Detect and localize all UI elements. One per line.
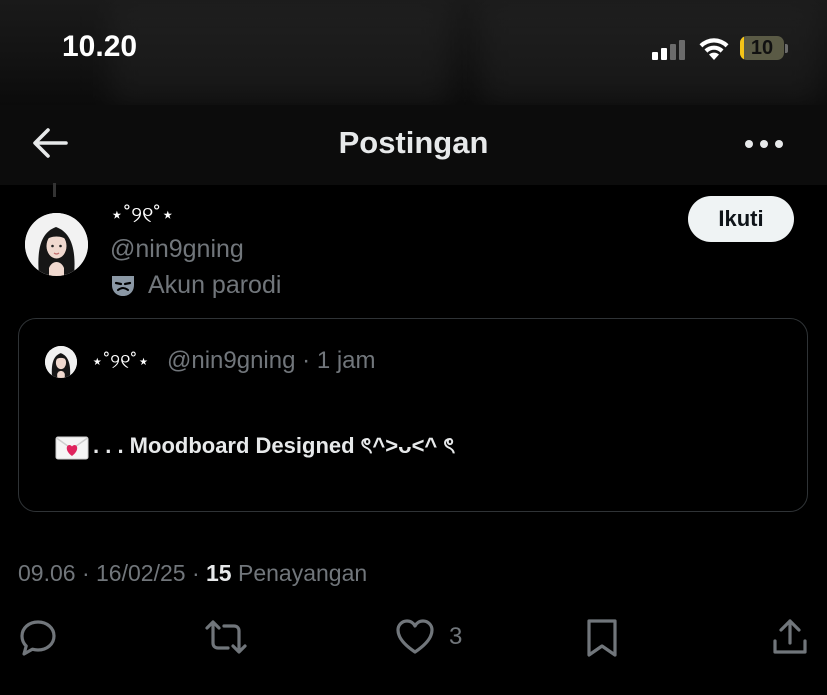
- repost-button[interactable]: [204, 617, 248, 657]
- love-letter-icon: [55, 436, 89, 459]
- bookmark-button[interactable]: [584, 617, 620, 659]
- share-icon[interactable]: [770, 617, 810, 657]
- quote-avatar[interactable]: [45, 346, 77, 378]
- meta-separator: ·: [81, 560, 90, 586]
- quote-display-name[interactable]: ⋆˚୨୧˚⋆: [91, 349, 150, 374]
- status-bar: 10.20 10: [0, 0, 827, 105]
- battery-icon: 10: [740, 36, 788, 62]
- signal-icon: [652, 40, 685, 60]
- parody-badge: Akun parodi: [110, 271, 281, 300]
- share-button[interactable]: [770, 617, 810, 657]
- quote-text: . . . Moodboard Designed ৎ^>ᴗ<^ ৎ: [55, 429, 455, 466]
- user-handle[interactable]: @nin9gning: [110, 235, 244, 264]
- quote-handle[interactable]: @nin9gning: [167, 347, 295, 374]
- repost-icon[interactable]: [204, 617, 248, 657]
- bookmark-icon[interactable]: [584, 617, 620, 659]
- follow-button[interactable]: Ikuti: [688, 196, 794, 242]
- post-date: 16/02/25: [96, 560, 186, 586]
- post-time: 09.06: [18, 560, 76, 586]
- like-button[interactable]: 3: [395, 617, 462, 657]
- quote-meta: @nin9gning · 1 jam: [167, 347, 376, 375]
- parody-label: Akun parodi: [148, 271, 282, 299]
- like-count: 3: [449, 623, 463, 650]
- more-horizontal-icon[interactable]: [745, 140, 783, 148]
- wifi-icon: [699, 38, 729, 60]
- quote-time[interactable]: 1 jam: [317, 347, 376, 374]
- reply-icon[interactable]: [18, 617, 58, 657]
- quoted-post[interactable]: ⋆˚୨୧˚⋆ @nin9gning · 1 jam . . . Moodboar…: [18, 318, 808, 512]
- display-name[interactable]: ⋆˚୨୧˚⋆: [110, 202, 175, 228]
- reply-button[interactable]: [18, 617, 58, 657]
- post-metadata: 09.06 · 16/02/25 · 15 Penayangan: [18, 560, 367, 587]
- status-time: 10.20: [62, 30, 138, 63]
- meta-separator: ·: [191, 560, 200, 586]
- theater-mask-icon: [112, 275, 134, 296]
- heart-icon[interactable]: [395, 617, 435, 657]
- action-bar: 3: [0, 615, 827, 665]
- page-title: Postingan: [338, 125, 489, 160]
- views-label[interactable]: Penayangan: [238, 560, 367, 586]
- top-nav-bar: Postingan: [0, 105, 827, 185]
- battery-percent: 10: [750, 37, 774, 59]
- thread-line: [53, 183, 56, 197]
- avatar[interactable]: [25, 213, 88, 276]
- quote-text-content: . . . Moodboard Designed ৎ^>ᴗ<^ ৎ: [93, 433, 456, 458]
- views-count[interactable]: 15: [206, 560, 232, 586]
- quote-separator: ·: [302, 347, 311, 374]
